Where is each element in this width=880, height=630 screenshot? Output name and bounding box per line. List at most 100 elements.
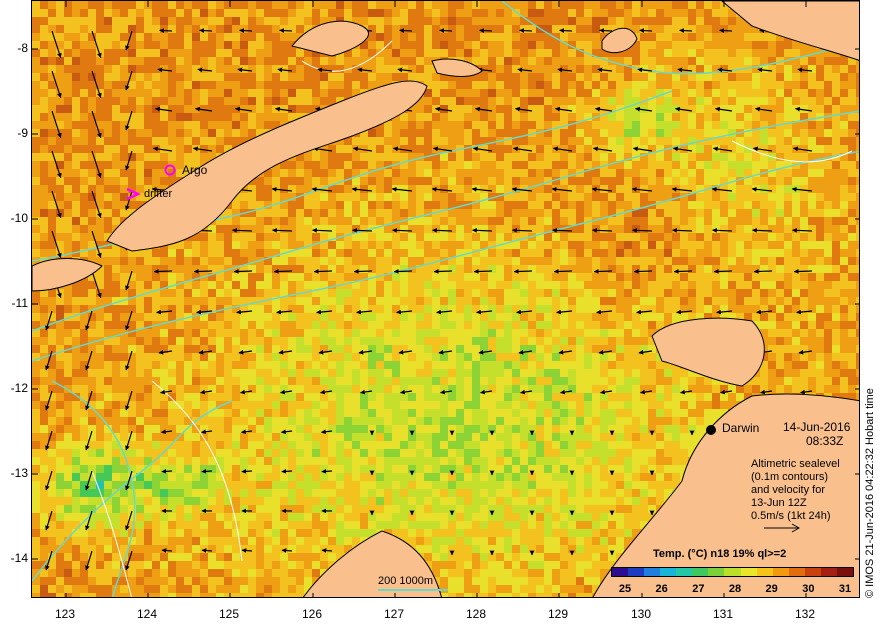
longitude-label: 130 [630, 607, 652, 621]
credit-text: © IMOS 21-Jun-2016 04:22:32 Hobart time [864, 388, 876, 598]
velocity-arrow [279, 28, 293, 33]
latitude-label: -10 [10, 211, 28, 225]
velocity-arrow [393, 269, 413, 274]
latitude-label: -14 [10, 551, 28, 565]
velocity-arrow [472, 227, 493, 233]
altimetry-line: 0.5m/s (1kt 24h) [751, 510, 831, 522]
colorbar-tick-label: 31 [838, 583, 852, 595]
velocity-arrow [553, 269, 573, 274]
velocity-arrow [552, 227, 573, 233]
colorbar-swatch [820, 568, 837, 576]
image-time: 08:33Z [806, 434, 844, 448]
velocity-arrow [312, 227, 333, 233]
velocity-arrow [519, 28, 533, 33]
longitude-label: 123 [54, 607, 76, 621]
sst-map-canvas [32, 1, 859, 597]
velocity-arrow [559, 28, 573, 33]
colorbar-swatch [676, 568, 693, 576]
argo-marker-icon [164, 164, 176, 176]
velocity-arrow [439, 28, 453, 33]
colorbar-swatch [756, 568, 773, 576]
velocity-arrow [352, 227, 373, 233]
colorbar-title: Temp. (°C) n18 19% ql>=2 [653, 548, 787, 560]
velocity-arrow [353, 269, 373, 274]
velocity-arrow [479, 28, 493, 33]
temperature-colorbar: Temp. (°C) n18 19% ql>=2 25 26 27 28 29 30 31 [607, 546, 859, 597]
velocity-arrow [753, 269, 773, 274]
velocity-arrow [153, 269, 173, 274]
longitude-label: 126 [301, 607, 323, 621]
velocity-arrow [592, 227, 613, 233]
longitude-label: 129 [547, 607, 569, 621]
drifter-marker-icon [126, 187, 141, 201]
velocity-arrow [232, 227, 253, 233]
velocity-arrow [281, 548, 293, 553]
darwin-city-icon [706, 425, 716, 435]
latitude-label: -9 [17, 126, 28, 140]
colorbar-swatch [612, 568, 629, 576]
longitude-label: 124 [136, 607, 158, 621]
velocity-arrow [313, 269, 333, 274]
colorbar-swatch [660, 568, 677, 576]
colorbar-swatch [628, 568, 645, 576]
velocity-arrow [473, 269, 493, 274]
velocity-arrow [161, 468, 173, 474]
colorbar-tick-label: 29 [765, 583, 778, 595]
colorbar-swatch [804, 568, 821, 576]
velocity-arrow [712, 227, 733, 233]
velocity-arrow [719, 28, 733, 33]
drifter-label: drifter [144, 188, 173, 200]
velocity-arrow [199, 28, 213, 33]
velocity-arrow [159, 28, 173, 33]
colorbar-tick-label: 30 [802, 583, 815, 595]
velocity-arrow [241, 548, 253, 553]
velocity-arrow [599, 28, 613, 33]
velocity-arrow [632, 227, 653, 233]
colorbar-swatch [836, 568, 853, 576]
depth-contour-legend: 200 1000m [378, 575, 434, 587]
velocity-arrow [321, 468, 333, 474]
velocity-arrow [639, 28, 653, 33]
longitude-label: 127 [383, 607, 405, 621]
velocity-arrow [633, 269, 653, 274]
velocity-arrow [672, 227, 693, 233]
colorbar-tick-label: 27 [692, 583, 705, 595]
longitude-label: 128 [465, 607, 487, 621]
velocity-arrow [392, 227, 413, 233]
colorbar-swatch [724, 568, 741, 576]
latitude-label: -8 [17, 41, 28, 55]
velocity-arrow [593, 269, 613, 274]
altimetry-line: Altimetric sealevel [751, 458, 840, 470]
colorbar-swatch [788, 568, 805, 576]
velocity-scale-arrow-icon [764, 523, 801, 533]
sst-map[interactable]: Argo drifter Darwin 14-Jun-2016 08:33Z A… [31, 0, 860, 598]
velocity-arrow [233, 269, 253, 274]
velocity-arrow [673, 269, 693, 274]
argo-label: Argo [182, 163, 208, 177]
altimetry-line: and velocity for [751, 484, 825, 496]
velocity-arrow [239, 28, 253, 33]
colorbar-swatch [772, 568, 789, 576]
latitude-label: -11 [11, 296, 28, 310]
colorbar-tick-label: 25 [618, 583, 632, 595]
altimetry-line: (0.1m contours) [751, 471, 829, 483]
velocity-arrow [193, 269, 213, 274]
velocity-arrow [241, 468, 253, 474]
depth-legend-line-icon [378, 589, 448, 591]
velocity-arrow [513, 269, 533, 274]
longitude-label: 125 [218, 607, 240, 621]
velocity-arrow [679, 28, 693, 33]
altimetry-line: 13-Jun 12Z [751, 497, 807, 509]
velocity-arrow [433, 269, 453, 274]
colorbar-tick-label: 28 [728, 583, 742, 595]
velocity-arrow [713, 269, 733, 274]
velocity-arrow [201, 468, 213, 474]
velocity-arrow [432, 227, 453, 233]
velocity-arrow [793, 269, 813, 274]
altimetry-note: Altimetric sealevel (0.1m contours) and ve… [751, 458, 840, 523]
velocity-arrow [201, 548, 213, 553]
velocity-arrow [321, 548, 333, 553]
velocity-arrow [272, 227, 293, 233]
velocity-arrow [161, 548, 173, 553]
velocity-arrow [399, 28, 413, 33]
